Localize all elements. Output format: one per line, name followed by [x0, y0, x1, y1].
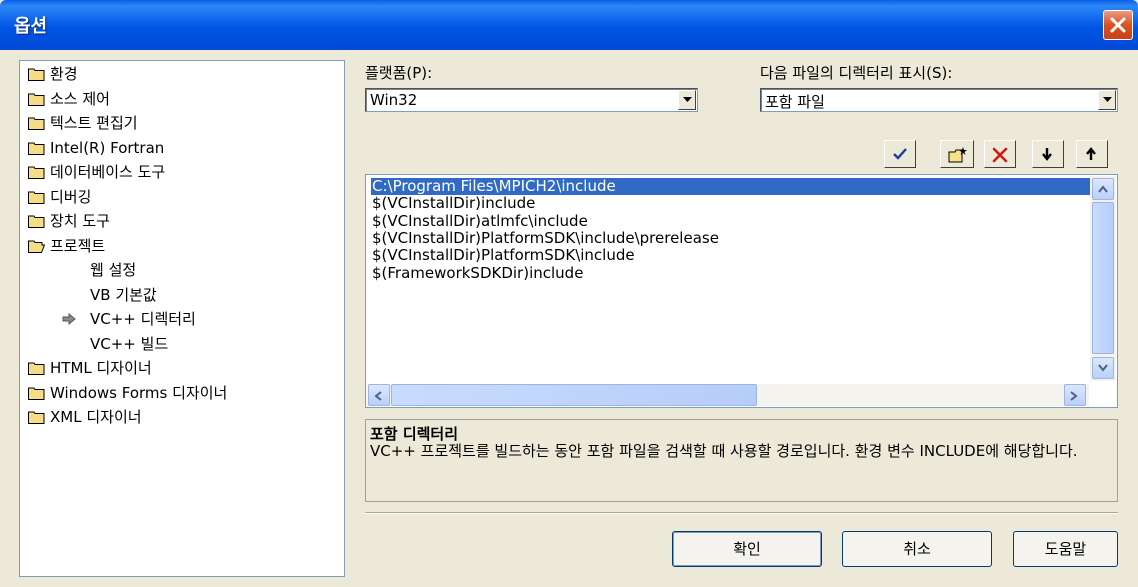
move-up-button[interactable]: [1076, 140, 1108, 168]
help-button[interactable]: 도움말: [1013, 531, 1118, 567]
tree-item-label: VC++ 디렉터리: [90, 310, 196, 328]
list-item[interactable]: $(FrameworkSDKDir)include: [371, 264, 583, 282]
chevron-right-icon: [1070, 391, 1078, 401]
tree-item-label: 디버깅: [50, 187, 92, 206]
move-down-icon: [1042, 148, 1052, 161]
chevron-down-icon: [683, 97, 692, 102]
folder-icon: [28, 142, 45, 155]
tree-item-label: 데이터베이스 도구: [50, 163, 166, 181]
platform-select[interactable]: Win32: [365, 88, 698, 112]
tree-item-label: 환경: [50, 65, 78, 83]
window-title: 옵션: [14, 16, 48, 37]
chevron-up-icon: [1098, 185, 1108, 193]
options-tree[interactable]: 환경소스 제어텍스트 편집기 Intel(R) Fortran 데이터베이스 도구디…: [19, 60, 345, 577]
tree-item-label: 장치 도구: [50, 212, 110, 230]
check-icon: [893, 148, 907, 160]
new-line-button[interactable]: [940, 140, 974, 168]
delete-button[interactable]: [984, 140, 1016, 168]
tree-item-label: 소스 제어: [50, 89, 110, 108]
title-bar: 옵션: [0, 0, 1138, 50]
dir-type-value: 포함 파일: [765, 93, 825, 111]
platform-dropdown-button[interactable]: [678, 90, 696, 110]
close-button[interactable]: [1103, 10, 1133, 40]
folder-icon: [28, 68, 45, 81]
platform-label: 플랫폼(P):: [365, 64, 433, 82]
scroll-up-button[interactable]: [1092, 178, 1114, 200]
folder-icon: [28, 215, 45, 228]
new-folder-icon: [948, 147, 967, 163]
move-up-icon: [1086, 147, 1096, 160]
tree-item-label: Intel(R) Fortran: [50, 138, 165, 157]
chevron-down-icon: [1103, 97, 1112, 102]
close-icon: [1110, 17, 1126, 33]
chevron-left-icon: [374, 391, 382, 401]
tree-item-label: XML 디자이너: [50, 408, 142, 426]
tree-item-label: 텍스트 편집기: [50, 114, 138, 132]
apply-button[interactable]: [884, 140, 916, 168]
dir-type-dropdown-button[interactable]: [1098, 90, 1116, 110]
tree-item-label: HTML 디자이너: [50, 359, 152, 377]
scroll-down-button[interactable]: [1092, 357, 1114, 379]
list-item[interactable]: $(VCInstallDir)PlatformSDK\include\prere…: [371, 229, 719, 247]
tree-item-label: VC++ 빌드: [90, 334, 169, 353]
dir-type-select[interactable]: 포함 파일: [760, 88, 1118, 112]
folder-icon: [28, 387, 45, 400]
tree-item-label: 프로젝트: [50, 236, 106, 255]
scroll-left-button[interactable]: [368, 384, 390, 406]
tree-item-label: 웹 설정: [90, 261, 137, 279]
list-item-selected[interactable]: C:\Program Files\MPICH2\include: [371, 178, 1091, 195]
folder-icon: [28, 362, 45, 375]
list-item[interactable]: $(VCInstallDir)atlmfc\include: [371, 212, 588, 230]
description-text: VC++ 프로젝트를 빌드하는 동안 포함 파일을 검색할 때 사용할 경로입니…: [370, 442, 1078, 460]
vertical-scroll-thumb[interactable]: [1092, 202, 1114, 354]
horizontal-scroll-thumb[interactable]: [391, 384, 757, 406]
scroll-right-button[interactable]: [1064, 384, 1086, 406]
platform-value: Win32: [370, 91, 418, 109]
folder-icon: [28, 411, 45, 424]
cancel-button[interactable]: 취소: [842, 531, 992, 567]
delete-icon: [992, 147, 1008, 163]
folder-icon: [28, 93, 45, 106]
dir-type-label: 다음 파일의 디렉터리 표시(S):: [760, 64, 953, 82]
tree-item-label: Windows Forms 디자이너: [50, 383, 228, 402]
list-item[interactable]: $(VCInstallDir)PlatformSDK\include: [371, 247, 635, 264]
list-item[interactable]: $(VCInstallDir)include: [371, 195, 535, 212]
ok-button[interactable]: 확인: [672, 531, 822, 567]
description-title: 포함 디렉터리: [370, 425, 459, 443]
folder-icon: [28, 117, 45, 130]
divider: [365, 512, 1118, 514]
chevron-down-icon: [1098, 364, 1108, 372]
tree-item-label: VB 기본값: [90, 285, 157, 304]
open-folder-icon: [28, 240, 45, 253]
directory-list[interactable]: C:\Program Files\MPICH2\include $(VCInsta…: [365, 174, 1118, 408]
folder-icon: [28, 191, 45, 204]
horizontal-scrollbar[interactable]: [367, 384, 1089, 406]
arrow-right-icon: [62, 313, 76, 325]
description-panel: 포함 디렉터리 VC++ 프로젝트를 빌드하는 동안 포함 파일을 검색할 때 …: [365, 419, 1118, 502]
vertical-scrollbar[interactable]: [1090, 176, 1116, 381]
move-down-button[interactable]: [1032, 140, 1064, 168]
folder-icon: [28, 166, 45, 179]
